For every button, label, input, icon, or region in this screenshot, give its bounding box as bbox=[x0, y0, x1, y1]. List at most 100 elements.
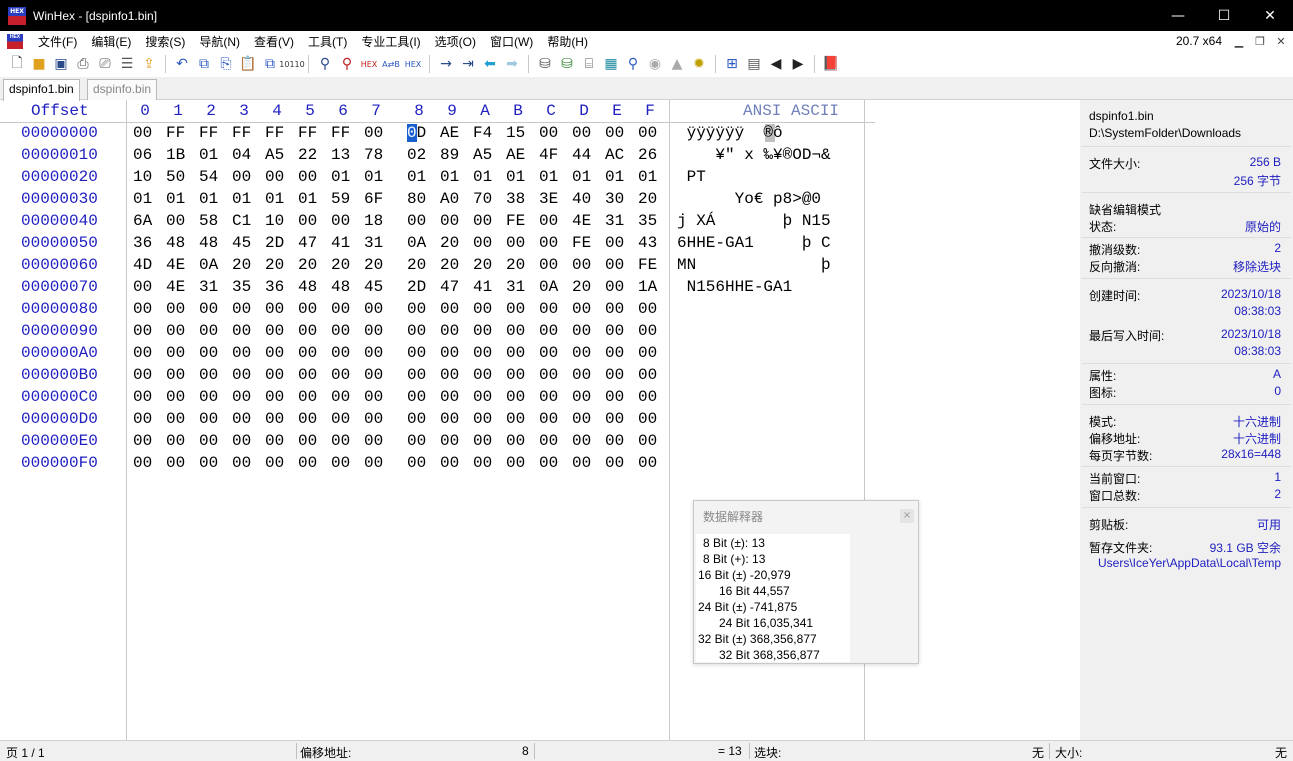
hex-byte[interactable]: 00 bbox=[331, 432, 353, 450]
replace-both-icon[interactable]: HEX bbox=[402, 53, 424, 75]
hex-byte[interactable]: 00 bbox=[133, 388, 155, 406]
hex-byte[interactable]: 00 bbox=[364, 410, 386, 428]
replace-hex-icon[interactable]: A⇄B bbox=[380, 53, 402, 75]
hex-byte[interactable]: 00 bbox=[331, 366, 353, 384]
hex-byte[interactable]: 00 bbox=[638, 344, 660, 362]
hex-byte[interactable]: 31 bbox=[364, 234, 386, 252]
hex-byte[interactable]: 00 bbox=[539, 454, 561, 472]
hex-byte[interactable]: 54 bbox=[199, 168, 221, 186]
hex-byte[interactable]: 70 bbox=[473, 190, 495, 208]
hex-byte[interactable]: 01 bbox=[572, 168, 594, 186]
tab-dspinfo[interactable]: dspinfo.bin bbox=[87, 79, 158, 100]
hex-byte[interactable]: 01 bbox=[506, 168, 528, 186]
hex-byte[interactable]: 00 bbox=[166, 322, 188, 340]
hex-byte[interactable]: 00 bbox=[473, 234, 495, 252]
hex-byte[interactable]: 00 bbox=[638, 388, 660, 406]
hex-byte[interactable]: 00 bbox=[331, 212, 353, 230]
hex-byte[interactable]: 00 bbox=[473, 212, 495, 230]
hex-byte[interactable]: 00 bbox=[473, 322, 495, 340]
hex-byte[interactable]: 00 bbox=[298, 388, 320, 406]
undo-icon[interactable]: ↶ bbox=[171, 53, 193, 75]
hex-byte[interactable]: 00 bbox=[605, 234, 627, 252]
paste-special-icon[interactable]: ⧉ bbox=[259, 53, 281, 75]
hex-byte[interactable]: 31 bbox=[506, 278, 528, 296]
hex-byte[interactable]: 00 bbox=[539, 366, 561, 384]
hex-byte[interactable]: 78 bbox=[364, 146, 386, 164]
row-offset[interactable]: 00000010 bbox=[21, 146, 98, 164]
hex-byte[interactable]: 00 bbox=[572, 344, 594, 362]
hex-byte[interactable]: 20 bbox=[440, 234, 462, 252]
hex-byte[interactable]: 10 bbox=[133, 168, 155, 186]
hex-byte[interactable]: 00 bbox=[199, 388, 221, 406]
hex-byte[interactable]: 00 bbox=[232, 168, 254, 186]
menu-search[interactable]: 搜索(S) bbox=[138, 33, 192, 50]
hex-byte[interactable]: 00 bbox=[638, 322, 660, 340]
hex-byte[interactable]: 00 bbox=[572, 300, 594, 318]
hex-byte[interactable]: 00 bbox=[605, 454, 627, 472]
hex-byte[interactable]: 00 bbox=[364, 344, 386, 362]
hex-byte[interactable]: 00 bbox=[331, 454, 353, 472]
properties-icon[interactable]: ☰ bbox=[116, 53, 138, 75]
find-text-icon[interactable]: ⚲ bbox=[314, 53, 336, 75]
export-icon[interactable]: ⇪ bbox=[138, 53, 160, 75]
hex-byte[interactable]: 00 bbox=[232, 322, 254, 340]
hex-byte[interactable]: 48 bbox=[298, 278, 320, 296]
copy-block-icon[interactable]: ⧉ bbox=[193, 53, 215, 75]
row-offset[interactable]: 00000060 bbox=[21, 256, 98, 274]
hex-byte[interactable]: 48 bbox=[199, 234, 221, 252]
hex-byte[interactable]: 35 bbox=[232, 278, 254, 296]
hex-byte[interactable]: 2D bbox=[407, 278, 429, 296]
hex-byte[interactable]: 00 bbox=[166, 344, 188, 362]
hex-byte[interactable]: 00 bbox=[605, 344, 627, 362]
ascii-row[interactable]: 6HHE-GA1 þ C bbox=[677, 234, 831, 252]
hex-byte[interactable]: 00 bbox=[440, 432, 462, 450]
hex-byte[interactable]: 00 bbox=[133, 432, 155, 450]
hex-byte[interactable]: 58 bbox=[199, 212, 221, 230]
hex-byte[interactable]: 00 bbox=[232, 432, 254, 450]
row-offset[interactable]: 00000050 bbox=[21, 234, 98, 252]
hex-byte[interactable]: 00 bbox=[506, 366, 528, 384]
hex-byte[interactable]: 00 bbox=[331, 322, 353, 340]
hex-byte[interactable]: 00 bbox=[572, 256, 594, 274]
hex-byte[interactable]: 20 bbox=[364, 256, 386, 274]
hex-byte[interactable]: 00 bbox=[440, 454, 462, 472]
maximize-button[interactable]: ☐ bbox=[1201, 0, 1247, 31]
hex-byte[interactable]: 4E bbox=[572, 212, 594, 230]
hex-byte[interactable]: 45 bbox=[364, 278, 386, 296]
print-icon[interactable]: ⎙ bbox=[72, 53, 94, 75]
hex-byte[interactable]: 30 bbox=[605, 190, 627, 208]
hex-byte[interactable]: 01 bbox=[473, 168, 495, 186]
hex-byte[interactable]: 00 bbox=[473, 454, 495, 472]
hex-byte[interactable]: 00 bbox=[506, 234, 528, 252]
hex-byte[interactable]: 01 bbox=[440, 168, 462, 186]
data-interpreter-panel[interactable]: 数据解释器 × 8 Bit (±): 13 8 Bit (+): 13 16 B… bbox=[693, 500, 919, 664]
interpreter-icon[interactable]: ✹ bbox=[688, 53, 710, 75]
snapshot-icon[interactable]: ◉ bbox=[644, 53, 666, 75]
hex-byte[interactable]: 00 bbox=[506, 344, 528, 362]
hex-byte[interactable]: 00 bbox=[440, 410, 462, 428]
row-offset[interactable]: 000000B0 bbox=[21, 366, 98, 384]
hex-byte[interactable]: 00 bbox=[539, 410, 561, 428]
hex-byte[interactable]: 00 bbox=[539, 388, 561, 406]
hex-byte[interactable]: 01 bbox=[407, 168, 429, 186]
hex-byte[interactable]: 00 bbox=[265, 300, 287, 318]
hex-byte[interactable]: 00 bbox=[539, 322, 561, 340]
hex-byte[interactable]: 00 bbox=[638, 300, 660, 318]
row-offset[interactable]: 00000070 bbox=[21, 278, 98, 296]
hex-byte[interactable]: 00 bbox=[331, 388, 353, 406]
hex-byte[interactable]: 13 bbox=[331, 146, 353, 164]
hex-byte[interactable]: 00 bbox=[298, 344, 320, 362]
hex-byte[interactable]: FF bbox=[298, 124, 320, 142]
hex-byte[interactable]: 0A bbox=[199, 256, 221, 274]
hex-byte[interactable]: 00 bbox=[638, 410, 660, 428]
hex-byte[interactable]: 00 bbox=[265, 410, 287, 428]
hex-byte[interactable]: FE bbox=[506, 212, 528, 230]
hex-byte[interactable]: 0A bbox=[539, 278, 561, 296]
hex-byte[interactable]: 00 bbox=[506, 300, 528, 318]
hex-byte[interactable]: 44 bbox=[572, 146, 594, 164]
ascii-row[interactable]: j XÁ þ N15 bbox=[677, 212, 831, 230]
paste-icon[interactable]: 📋 bbox=[237, 53, 259, 75]
hex-byte[interactable]: 00 bbox=[605, 322, 627, 340]
hex-byte[interactable]: 43 bbox=[638, 234, 660, 252]
hex-byte[interactable]: FF bbox=[232, 124, 254, 142]
